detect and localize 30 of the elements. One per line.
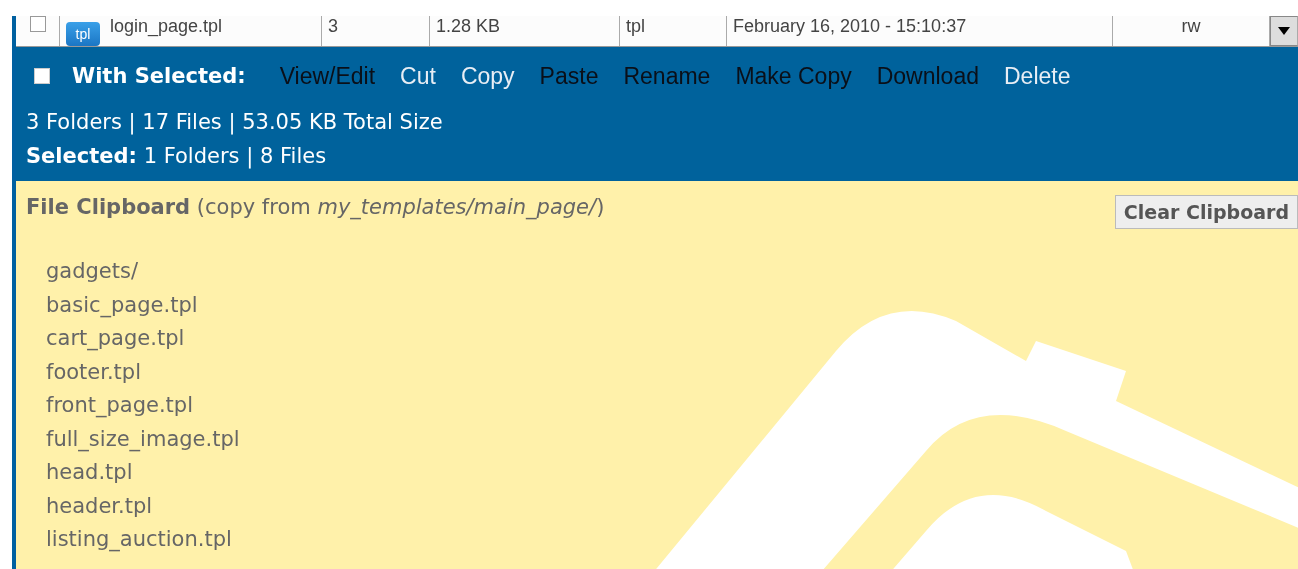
- file-type: tpl: [626, 16, 645, 36]
- with-selected-label: With Selected:: [72, 64, 246, 88]
- action-link[interactable]: Paste: [539, 62, 599, 90]
- template-file-icon: tpl: [66, 22, 100, 46]
- modified-date: February 16, 2010 - 15:10:37: [733, 16, 967, 36]
- checkbox[interactable]: [29, 16, 46, 32]
- clear-clipboard-button[interactable]: Clear Clipboard: [1114, 195, 1298, 229]
- clipboard-item: head.tpl: [46, 459, 134, 486]
- clipboard-item: header.tpl: [46, 492, 154, 520]
- action-link[interactable]: Make Copy: [735, 62, 852, 90]
- action-link[interactable]: View/Edit: [279, 62, 376, 90]
- clipboard-item: listing_auction.tpl: [46, 526, 233, 554]
- totals-summary: 3 Folders | 17 Files | 53.05 KB Total Size: [26, 109, 444, 137]
- selected-summary: Selected: 1 Folders | 8 Files: [26, 143, 328, 171]
- file-name[interactable]: login_page.tpl: [110, 16, 223, 36]
- clipboard-item: full_size_image.tpl: [46, 425, 241, 454]
- file-size: 1.28 KB: [436, 16, 501, 36]
- clipboard-item: footer.tpl: [46, 358, 143, 386]
- clipboard-item: gadgets/: [46, 258, 140, 285]
- action-link[interactable]: Rename: [623, 62, 711, 90]
- permissions: rw: [1181, 16, 1201, 36]
- dropdown-button[interactable]: [1270, 16, 1298, 46]
- clipboard-item: basic_page.tpl: [46, 291, 199, 320]
- clipboard-item: cart_page.tpl: [46, 325, 186, 353]
- select-all-checkbox[interactable]: [34, 68, 50, 84]
- table-cell: 3: [328, 16, 338, 36]
- action-link[interactable]: Download: [876, 62, 979, 90]
- clipboard-title: File Clipboard (copy from my_templates/main_page/): [26, 195, 605, 219]
- caret-icon: [1278, 27, 1290, 35]
- clipboard-item: front_page.tpl: [46, 392, 194, 420]
